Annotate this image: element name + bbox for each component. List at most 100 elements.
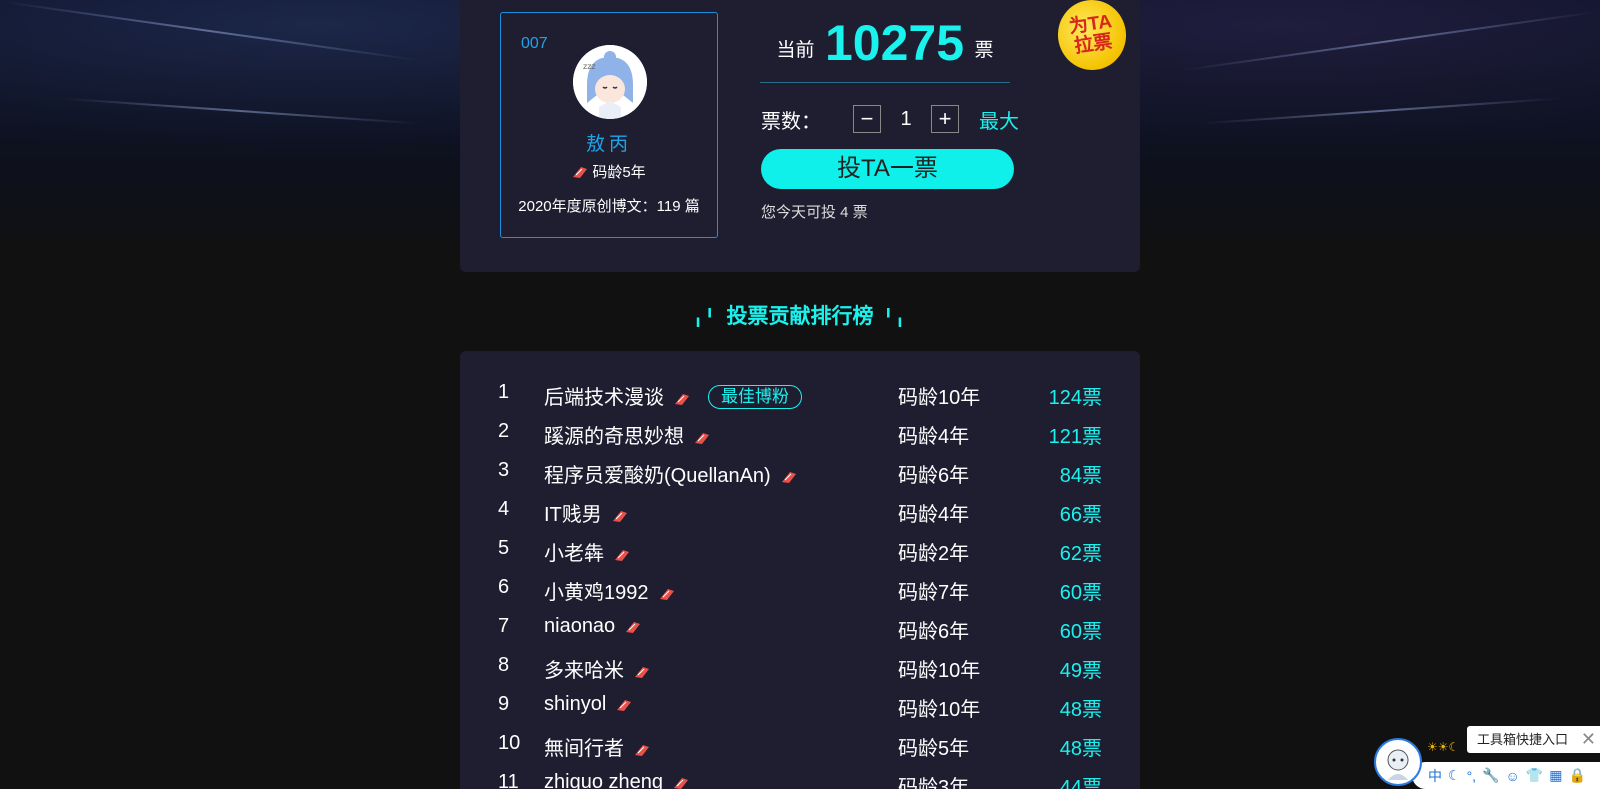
- lock-icon[interactable]: 🔒: [1568, 767, 1585, 784]
- rank-user-name[interactable]: 多来哈米: [544, 660, 624, 682]
- rank-number: 9: [498, 693, 510, 715]
- rank-user: 后端技术漫谈 最佳博粉: [544, 381, 802, 410]
- rank-coding-age: 码龄10年: [898, 387, 981, 409]
- current-votes-count: 10275: [824, 15, 965, 71]
- blog-badge-icon: [572, 165, 588, 179]
- skin-icon[interactable]: 👕: [1526, 767, 1543, 784]
- ranking-row[interactable]: 4 IT贱男 码龄4年 66票: [460, 490, 1140, 529]
- candidate-coding-age-text: 码龄5年: [592, 164, 646, 181]
- ranking-row[interactable]: 2 蹊源的奇思妙想 码龄4年 121票: [460, 412, 1140, 451]
- rank-user-name[interactable]: 程序员爱酸奶(QuellanAn): [544, 465, 771, 487]
- blog-badge-icon: [634, 662, 650, 678]
- blog-badge-icon: [674, 389, 690, 405]
- toolbox-avatar[interactable]: [1374, 738, 1422, 786]
- rank-user-name[interactable]: 小黄鸡1992: [544, 582, 649, 604]
- rank-user: 小老犇: [544, 537, 634, 566]
- canvass-button[interactable]: 为TA拉票: [1053, 0, 1131, 75]
- ranking-row[interactable]: 11 zhiguo zheng 码龄3年 44票: [460, 763, 1140, 789]
- rank-number: 10: [498, 732, 521, 754]
- current-votes-label: 当前: [776, 40, 815, 61]
- rank-votes: 48票: [1059, 738, 1102, 760]
- rank-number: 11: [498, 771, 519, 789]
- rank-user-name[interactable]: 無间行者: [544, 738, 624, 760]
- language-icon[interactable]: 中: [1428, 766, 1442, 786]
- night-mode-icon[interactable]: ☾: [1448, 767, 1461, 784]
- ranking-row[interactable]: 10 無间行者 码龄5年 48票: [460, 724, 1140, 763]
- emoji-icon[interactable]: ☺: [1506, 768, 1520, 784]
- rank-number: 4: [498, 498, 510, 520]
- best-fan-tag: 最佳博粉: [708, 385, 802, 409]
- rank-user-name[interactable]: 蹊源的奇思妙想: [544, 426, 684, 448]
- ranking-row[interactable]: 6 小黄鸡1992 码龄7年 60票: [460, 568, 1140, 607]
- blog-badge-icon: [614, 545, 630, 561]
- rank-votes: 48票: [1059, 699, 1102, 721]
- candidate-coding-age: 码龄5年: [501, 161, 717, 182]
- rank-user-name[interactable]: zhiguo zheng: [544, 771, 663, 789]
- rank-number: 7: [498, 615, 510, 637]
- rank-number: 1: [498, 381, 510, 403]
- ticket-quantity[interactable]: 1: [881, 108, 931, 131]
- rank-coding-age: 码龄7年: [898, 582, 970, 604]
- max-votes-link[interactable]: 最大: [979, 105, 1019, 134]
- blog-badge-icon: [625, 617, 641, 633]
- today-votes-note: 您今天可投 4 票: [761, 204, 868, 221]
- punctuation-icon[interactable]: °,: [1467, 768, 1477, 784]
- rank-coding-age: 码龄6年: [898, 621, 970, 643]
- blog-badge-icon: [659, 584, 675, 600]
- wrench-icon[interactable]: 🔧: [1482, 767, 1499, 784]
- rank-coding-age: 码龄4年: [898, 426, 970, 448]
- rank-user: 無间行者: [544, 732, 654, 761]
- ranking-row[interactable]: 8 多来哈米 码龄10年 49票: [460, 646, 1140, 685]
- candidate-avatar[interactable]: zzz: [573, 45, 647, 119]
- blog-badge-icon: [612, 506, 628, 522]
- title-left-bars-icon: ╻╹: [693, 310, 717, 327]
- rank-number: 6: [498, 576, 510, 598]
- rank-coding-age: 码龄5年: [898, 738, 970, 760]
- rank-user: zhiguo zheng: [544, 771, 693, 789]
- ranking-row[interactable]: 7 niaonao 码龄6年 60票: [460, 607, 1140, 646]
- minus-icon: −: [860, 106, 874, 131]
- vote-card: 007 zzz 敖丙 码龄5年 2020年度原创博文：119 篇 当前 1027…: [460, 0, 1140, 272]
- ranking-row[interactable]: 5 小老犇 码龄2年 62票: [460, 529, 1140, 568]
- ranking-list: 1 后端技术漫谈 最佳博粉 码龄10年 124票 2 蹊源的奇思妙想 码龄4年 121票 3 程序员…: [460, 351, 1140, 789]
- rank-user-name[interactable]: niaonao: [544, 615, 615, 637]
- candidate-name[interactable]: 敖丙: [501, 129, 717, 156]
- ranking-row[interactable]: 1 后端技术漫谈 最佳博粉 码龄10年 124票: [460, 373, 1140, 412]
- rank-coding-age: 码龄2年: [898, 543, 970, 565]
- plus-icon: +: [938, 106, 952, 131]
- blog-badge-icon: [694, 428, 710, 444]
- rank-user: 蹊源的奇思妙想: [544, 420, 714, 449]
- blog-badge-icon: [616, 695, 632, 711]
- rank-coding-age: 码龄4年: [898, 504, 970, 526]
- rank-votes: 44票: [1059, 777, 1102, 789]
- blog-badge-icon: [634, 740, 650, 756]
- rank-coding-age: 码龄3年: [898, 777, 970, 789]
- toolbox-widget: 中 ☾ °, 🔧 ☺ 👕 ▦ 🔒: [1374, 738, 1600, 789]
- rank-votes: 60票: [1059, 582, 1102, 604]
- rank-user: 小黄鸡1992: [544, 576, 679, 605]
- rank-user: IT贱男: [544, 498, 632, 527]
- ranking-row[interactable]: 3 程序员爱酸奶(QuellanAn) 码龄6年 84票: [460, 451, 1140, 490]
- rank-votes: 121票: [1048, 426, 1102, 448]
- rank-votes: 62票: [1059, 543, 1102, 565]
- rank-user-name[interactable]: 小老犇: [544, 543, 604, 565]
- blog-badge-icon: [781, 467, 797, 483]
- increase-button[interactable]: +: [931, 105, 959, 133]
- rank-user-name[interactable]: IT贱男: [544, 504, 602, 526]
- grid-icon[interactable]: ▦: [1549, 767, 1562, 784]
- svg-text:zzz: zzz: [583, 62, 596, 71]
- rank-user: 程序员爱酸奶(QuellanAn): [544, 459, 801, 488]
- ranking-row[interactable]: 9 shinyol 码龄10年 48票: [460, 685, 1140, 724]
- candidate-post-count: 2020年度原创博文：119 篇: [518, 198, 700, 215]
- ticket-quantity-row: 票数： − 1 + 最大: [761, 104, 1019, 134]
- title-right-bars-icon: ╹╻: [883, 310, 907, 327]
- candidate-profile[interactable]: 007 zzz 敖丙 码龄5年 2020年度原创博文：119 篇: [500, 12, 718, 238]
- rank-votes: 124票: [1048, 387, 1102, 409]
- vote-button[interactable]: 投TA一票: [761, 149, 1014, 189]
- rank-user-name[interactable]: 后端技术漫谈: [544, 387, 664, 409]
- rank-number: 5: [498, 537, 510, 559]
- rank-user-name[interactable]: shinyol: [544, 693, 606, 715]
- rank-coding-age: 码龄10年: [898, 699, 981, 721]
- decrease-button[interactable]: −: [853, 105, 881, 133]
- rank-user: shinyol: [544, 693, 636, 716]
